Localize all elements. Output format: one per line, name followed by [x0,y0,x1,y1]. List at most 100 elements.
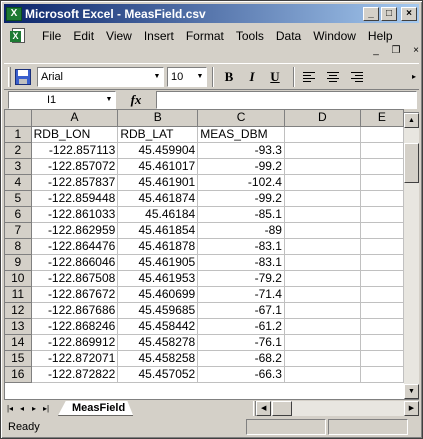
grid-cell[interactable] [360,142,404,159]
grid-cell[interactable]: -122.867686 [31,302,119,319]
grid-cell[interactable]: -83.1 [197,238,285,255]
grid-cell[interactable] [360,366,404,383]
grid-cell[interactable] [284,302,361,319]
next-sheet-button[interactable]: ▸ [28,404,40,413]
grid-cell[interactable] [360,302,404,319]
grid-cell[interactable]: 45.458278 [117,334,199,351]
row-header[interactable]: 16 [5,366,32,383]
title-bar[interactable]: X Microsoft Excel - MeasField.csv _ □ × [4,4,419,23]
grid-cell[interactable]: -122.864476 [31,238,119,255]
horizontal-scrollbar[interactable]: ◀ ▶ [256,400,419,416]
worksheet-grid[interactable]: A B C D E 1 RDB_LON RDB_LAT MEAS_DBM 2 -122.8… [4,109,404,399]
grid-cell[interactable] [360,286,404,303]
sheet-tab-measfield[interactable]: MeasField [58,401,133,416]
scroll-left-button[interactable]: ◀ [256,400,272,416]
grid-cell[interactable]: 45.460699 [117,286,199,303]
grid-cell[interactable]: -66.3 [197,366,285,383]
align-center-icon[interactable] [323,67,343,87]
minimize-button[interactable]: _ [363,6,379,21]
row-header[interactable]: 5 [5,190,32,207]
grid-cell[interactable]: 45.461953 [117,270,199,287]
row-header[interactable]: 1 [5,126,32,143]
grid-cell[interactable]: -122.868246 [31,318,119,335]
grid-cell[interactable] [284,238,361,255]
grid-cell[interactable]: 45.458442 [117,318,199,335]
menu-edit[interactable]: Edit [67,27,100,45]
chevron-down-icon[interactable]: ▼ [194,69,206,85]
grid-cell[interactable]: RDB_LON [31,126,119,143]
grid-cell[interactable] [284,158,361,175]
grid-cell[interactable]: -122.867508 [31,270,119,287]
underline-button[interactable]: U [265,67,285,87]
menu-tools[interactable]: Tools [230,27,270,45]
align-right-icon[interactable] [346,67,366,87]
grid-cell[interactable] [360,158,404,175]
workbook-icon[interactable]: X [10,27,30,45]
grid-cell[interactable]: -71.4 [197,286,285,303]
doc-restore-button[interactable]: ❐ [389,45,403,58]
grid-cell[interactable] [284,222,361,239]
grid-cell[interactable]: 45.461905 [117,254,199,271]
grid-cell[interactable]: -99.2 [197,190,285,207]
excel-app-icon[interactable]: X [6,6,22,21]
grid-cell[interactable]: 45.46184 [117,206,199,223]
select-all-corner[interactable] [5,110,32,127]
italic-button[interactable]: I [242,67,262,87]
save-icon[interactable] [14,68,32,86]
font-size-select[interactable]: 10 ▼ [167,66,207,87]
row-header[interactable]: 12 [5,302,32,319]
grid-cell[interactable] [360,174,404,191]
row-header[interactable]: 8 [5,238,32,255]
vertical-scrollbar[interactable]: ▲ ▼ [404,109,419,399]
grid-cell[interactable] [284,334,361,351]
grid-cell[interactable]: -67.1 [197,302,285,319]
grid-cell[interactable]: -122.857113 [31,142,119,159]
close-button[interactable]: × [401,6,417,21]
row-header[interactable]: 10 [5,270,32,287]
row-header[interactable]: 14 [5,334,32,351]
grid-cell[interactable] [360,190,404,207]
row-header[interactable]: 15 [5,350,32,367]
row-header[interactable]: 11 [5,286,32,303]
column-header-b[interactable]: B [117,110,199,127]
vertical-scroll-thumb[interactable] [404,143,419,183]
grid-cell[interactable] [284,270,361,287]
bold-button[interactable]: B [219,67,239,87]
grid-cell[interactable]: 45.461901 [117,174,199,191]
grid-cell[interactable] [284,318,361,335]
grid-cell[interactable]: -122.862959 [31,222,119,239]
grid-cell[interactable]: -102.4 [197,174,285,191]
grid-cell[interactable]: -68.2 [197,350,285,367]
column-header-a[interactable]: A [31,110,119,127]
row-header[interactable]: 13 [5,318,32,335]
grid-cell[interactable]: -61.2 [197,318,285,335]
toolbar-options-icon[interactable]: ▸ [409,67,419,87]
grid-cell[interactable]: 45.457052 [117,366,199,383]
grid-cell[interactable]: 45.461874 [117,190,199,207]
grid-cell[interactable]: -76.1 [197,334,285,351]
grid-cell[interactable]: -89 [197,222,285,239]
grid-cell[interactable]: -122.859448 [31,190,119,207]
row-header[interactable]: 2 [5,142,32,159]
align-left-icon[interactable] [300,67,320,87]
grid-cell[interactable] [360,334,404,351]
grid-cell[interactable] [360,350,404,367]
row-header[interactable]: 6 [5,206,32,223]
row-header[interactable]: 7 [5,222,32,239]
grid-cell[interactable]: 45.459904 [117,142,199,159]
scroll-right-button[interactable]: ▶ [404,400,419,416]
grid-cell[interactable] [360,254,404,271]
chevron-down-icon[interactable]: ▼ [103,96,115,103]
grid-cell[interactable] [284,190,361,207]
grid-cell[interactable] [284,126,361,143]
grid-cell[interactable]: RDB_LAT [117,126,199,143]
menu-help[interactable]: Help [362,27,399,45]
grid-cell[interactable]: 45.459685 [117,302,199,319]
menu-file[interactable]: File [36,27,67,45]
insert-function-icon[interactable]: fx [116,92,156,108]
scroll-down-button[interactable]: ▼ [404,384,419,399]
grid-cell[interactable]: -93.3 [197,142,285,159]
column-header-e[interactable]: E [360,110,404,127]
menu-data[interactable]: Data [270,27,307,45]
menu-format[interactable]: Format [180,27,230,45]
